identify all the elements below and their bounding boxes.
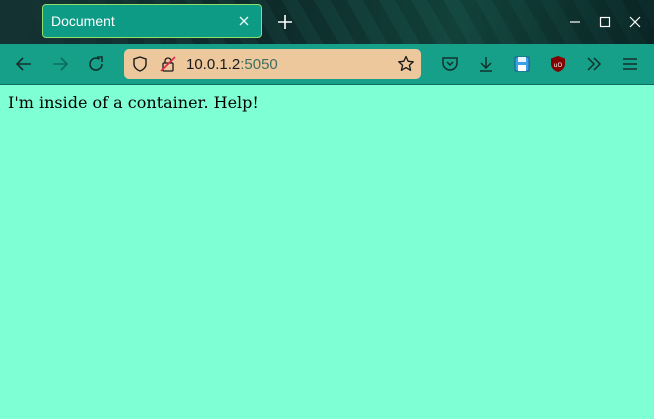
pocket-icon[interactable] <box>438 52 462 76</box>
download-icon[interactable] <box>474 52 498 76</box>
insecure-lock-icon[interactable] <box>158 54 178 74</box>
address-bar[interactable]: 10.0.1.2:5050 <box>124 49 421 79</box>
star-icon[interactable] <box>396 54 416 74</box>
navigation-toolbar: 10.0.1.2:5050 uO <box>0 44 654 85</box>
menu-icon[interactable] <box>618 52 642 76</box>
close-window-icon[interactable] <box>625 12 645 32</box>
title-bar: Document <box>0 0 654 44</box>
page-text: I'm inside of a container. Help! <box>8 93 259 112</box>
url-host: 10.0.1.2 <box>186 56 241 73</box>
url-text[interactable]: 10.0.1.2:5050 <box>186 56 278 73</box>
url-port: :5050 <box>240 56 278 73</box>
page-content: I'm inside of a container. Help! <box>0 85 654 419</box>
ublock-icon[interactable]: uO <box>546 52 570 76</box>
shield-icon[interactable] <box>130 54 150 74</box>
forward-icon[interactable] <box>48 52 72 76</box>
back-icon[interactable] <box>12 52 36 76</box>
plus-icon[interactable] <box>275 12 295 32</box>
maximize-icon[interactable] <box>595 12 615 32</box>
overflow-icon[interactable] <box>582 52 606 76</box>
close-icon[interactable] <box>235 12 253 30</box>
reload-icon[interactable] <box>84 52 108 76</box>
tab-document[interactable]: Document <box>42 4 262 38</box>
save-icon[interactable] <box>510 52 534 76</box>
svg-text:uO: uO <box>554 62 563 69</box>
tab-title: Document <box>51 13 115 29</box>
minimize-icon[interactable] <box>565 12 585 32</box>
